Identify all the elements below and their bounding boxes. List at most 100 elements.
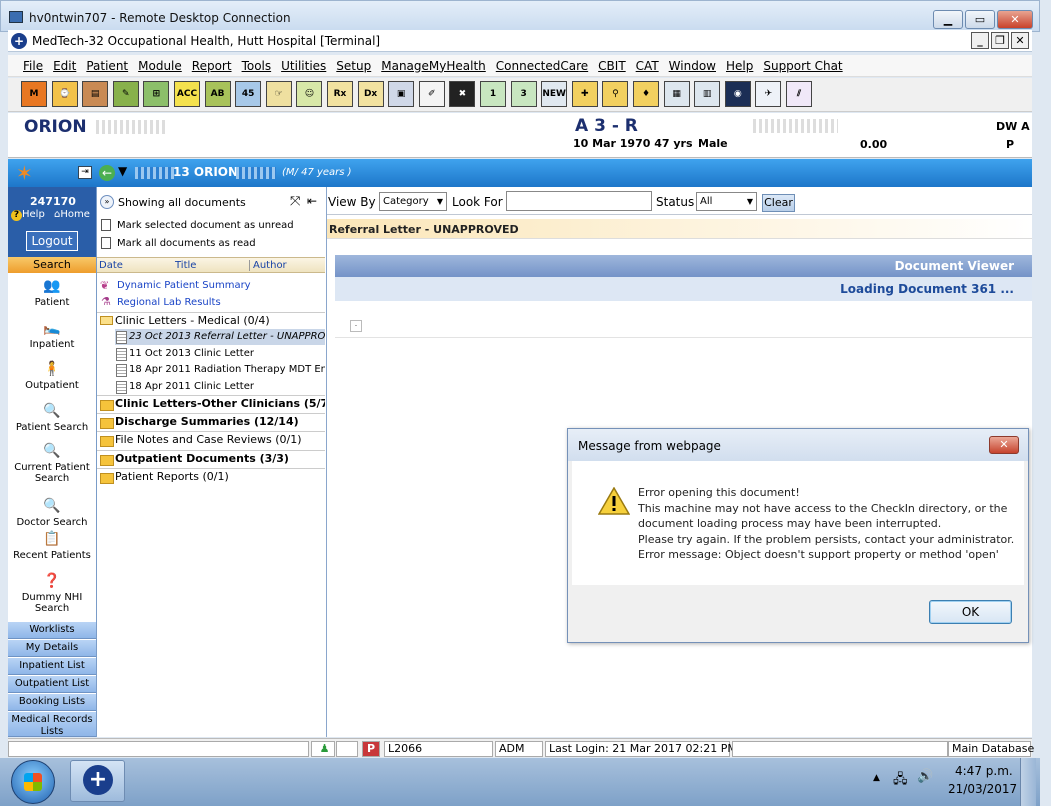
toolbar-button-6[interactable]: ACC xyxy=(174,81,200,107)
nav-doctor-search[interactable]: 🔍 Doctor Search xyxy=(8,497,96,528)
tray-arrow-icon[interactable]: ▲ xyxy=(873,773,880,783)
collapse-icon[interactable]: ⇥ xyxy=(78,166,92,179)
folder-item[interactable]: Outpatient Documents (3/3) xyxy=(97,449,325,467)
folder-item[interactable]: Clinic Letters-Other Clinicians (5/7) xyxy=(97,395,325,412)
dialog-close-button[interactable]: ✕ xyxy=(989,436,1019,454)
toolbar-button-24[interactable]: ◉ xyxy=(724,81,751,107)
document-item[interactable]: 11 Oct 2013 Clinic Letter xyxy=(115,346,325,362)
app-minimize-button[interactable]: _ xyxy=(971,32,989,49)
logout-button[interactable]: Logout xyxy=(26,231,78,251)
menu-cat[interactable]: CAT xyxy=(636,59,659,73)
toolbar-button-16[interactable]: 1 xyxy=(480,81,506,107)
toolbar-button-7[interactable]: AB xyxy=(204,81,231,107)
toolbar-button-15[interactable]: ✖ xyxy=(449,81,476,107)
toolbar-button-1[interactable]: M xyxy=(21,81,47,107)
volume-icon[interactable]: 🔊 xyxy=(917,769,933,784)
col-title[interactable]: Title xyxy=(175,260,196,271)
clock-date[interactable]: 21/03/2017 xyxy=(948,782,1017,796)
document-item[interactable]: 18 Apr 2011 Radiation Therapy MDT End xyxy=(115,362,325,378)
toolbar-button-25[interactable]: ✈ xyxy=(755,81,782,107)
document-item[interactable]: 23 Oct 2013 Referral Letter - UNAPPRO xyxy=(115,329,325,345)
toolbar-button-5[interactable]: ⊞ xyxy=(143,81,170,107)
look-for-input[interactable] xyxy=(506,191,652,211)
toolbar-button-12[interactable]: Dx xyxy=(357,81,384,107)
lab-results-link[interactable]: Regional Lab Results xyxy=(117,297,221,308)
document-item[interactable]: 18 Apr 2011 Clinic Letter xyxy=(115,379,325,395)
list-booking-lists[interactable]: Booking Lists xyxy=(8,694,96,711)
dialog-ok-button[interactable]: OK xyxy=(929,600,1012,624)
collapse-tree-icon[interactable]: ⤧ xyxy=(290,194,300,209)
toolbar-button-9[interactable]: ☞ xyxy=(265,81,292,107)
dropdown-arrow-icon[interactable]: ▼ xyxy=(118,164,127,178)
close-panel-icon[interactable]: ⇤ xyxy=(307,194,317,208)
toolbar-button-13[interactable]: ▣ xyxy=(388,81,415,107)
toolbar-button-22[interactable]: ▦ xyxy=(663,81,690,107)
col-author[interactable]: Author xyxy=(249,260,287,271)
toolbar-button-11[interactable]: Rx xyxy=(327,81,353,107)
list-medical-records-lists[interactable]: Medical Records Lists xyxy=(8,712,96,737)
nav-inpatient[interactable]: 🛌 Inpatient xyxy=(8,319,96,350)
rdp-close-button[interactable]: ✕ xyxy=(997,10,1033,29)
search-header[interactable]: Search xyxy=(8,257,96,273)
list-outpatient-list[interactable]: Outpatient List xyxy=(8,676,96,693)
nav-recent-patients[interactable]: 📋 Recent Patients xyxy=(8,530,96,561)
nav-current-patient-search[interactable]: 🔍 Current Patient Search xyxy=(8,442,96,484)
list-inpatient-list[interactable]: Inpatient List xyxy=(8,658,96,675)
folder-item[interactable]: Discharge Summaries (12/14) xyxy=(97,413,325,430)
menu-connectedcare[interactable]: ConnectedCare xyxy=(496,59,588,73)
toolbar-button-17[interactable]: 3 xyxy=(510,81,537,107)
clear-button[interactable]: Clear xyxy=(762,194,795,212)
app-restore-button[interactable]: ❐ xyxy=(991,32,1009,49)
mark-unread-link[interactable]: Mark selected document as unread xyxy=(117,220,294,231)
mark-read-link[interactable]: Mark all documents as read xyxy=(117,238,256,249)
menu-file[interactable]: File xyxy=(23,59,43,73)
showing-all-documents[interactable]: Showing all documents xyxy=(118,196,246,209)
menu-edit[interactable]: Edit xyxy=(53,59,76,73)
menu-setup[interactable]: Setup xyxy=(336,59,371,73)
help-link[interactable]: ? Help xyxy=(11,209,45,221)
nav-patient[interactable]: 👥 Patient xyxy=(8,277,96,308)
category-select[interactable]: Category ▼ xyxy=(379,192,447,211)
menu-help[interactable]: Help xyxy=(726,59,753,73)
folder-clinic-medical[interactable]: Clinic Letters - Medical (0/4) xyxy=(97,312,325,328)
dynamic-summary-link[interactable]: Dynamic Patient Summary xyxy=(117,280,251,291)
menu-tools[interactable]: Tools xyxy=(242,59,272,73)
toolbar-button-18[interactable]: NEW xyxy=(541,81,568,107)
menu-support-chat[interactable]: Support Chat xyxy=(763,59,842,73)
toolbar-button-3[interactable]: ▤ xyxy=(82,81,109,107)
status-p-icon[interactable]: P xyxy=(362,741,380,757)
rdp-minimize-button[interactable]: ▁ xyxy=(933,10,963,29)
toolbar-button-14[interactable]: ✐ xyxy=(418,81,445,107)
menu-managemyhealth[interactable]: ManageMyHealth xyxy=(381,59,486,73)
toolbar-button-26[interactable]: ⫽ xyxy=(786,81,812,107)
list-my-details[interactable]: My Details xyxy=(8,640,96,657)
app-close-button[interactable]: ✕ xyxy=(1011,32,1029,49)
col-date[interactable]: Date xyxy=(99,260,123,271)
clock-time[interactable]: 4:47 p.m. xyxy=(955,764,1013,778)
folder-item[interactable]: File Notes and Case Reviews (0/1) xyxy=(97,431,325,448)
menu-cbit[interactable]: CBIT xyxy=(598,59,625,73)
toolbar-button-23[interactable]: ▥ xyxy=(694,81,721,107)
menu-module[interactable]: Module xyxy=(138,59,182,73)
nav-patient-search[interactable]: 🔍 Patient Search xyxy=(8,402,96,433)
home-link[interactable]: ⌂Home xyxy=(54,209,90,220)
menu-window[interactable]: Window xyxy=(669,59,716,73)
toolbar-button-21[interactable]: ♦ xyxy=(633,81,659,107)
network-icon[interactable]: 🖧 xyxy=(893,770,908,792)
toolbar-button-19[interactable]: ✚ xyxy=(571,81,598,107)
folder-item[interactable]: Patient Reports (0/1) xyxy=(97,467,325,485)
toolbar-button-8[interactable]: 45 xyxy=(235,81,262,107)
toolbar-button-2[interactable]: ⌚ xyxy=(51,81,78,107)
toolbar-button-10[interactable]: ☺ xyxy=(296,81,323,107)
menu-report[interactable]: Report xyxy=(192,59,232,73)
toolbar-button-4[interactable]: ✎ xyxy=(112,81,139,107)
list-worklists[interactable]: Worklists xyxy=(8,622,96,639)
nav-outpatient[interactable]: 🧍 Outpatient xyxy=(8,360,96,391)
show-desktop-button[interactable] xyxy=(1020,758,1036,806)
status-select[interactable]: All ▼ xyxy=(696,192,757,211)
toolbar-button-20[interactable]: ⚲ xyxy=(602,81,629,107)
menu-utilities[interactable]: Utilities xyxy=(281,59,326,73)
back-arrow-icon[interactable]: ← xyxy=(99,165,115,181)
nav-dummy-nhi-search[interactable]: ❓ Dummy NHI Search xyxy=(8,572,96,614)
rdp-maximize-button[interactable]: ▭ xyxy=(965,10,995,29)
